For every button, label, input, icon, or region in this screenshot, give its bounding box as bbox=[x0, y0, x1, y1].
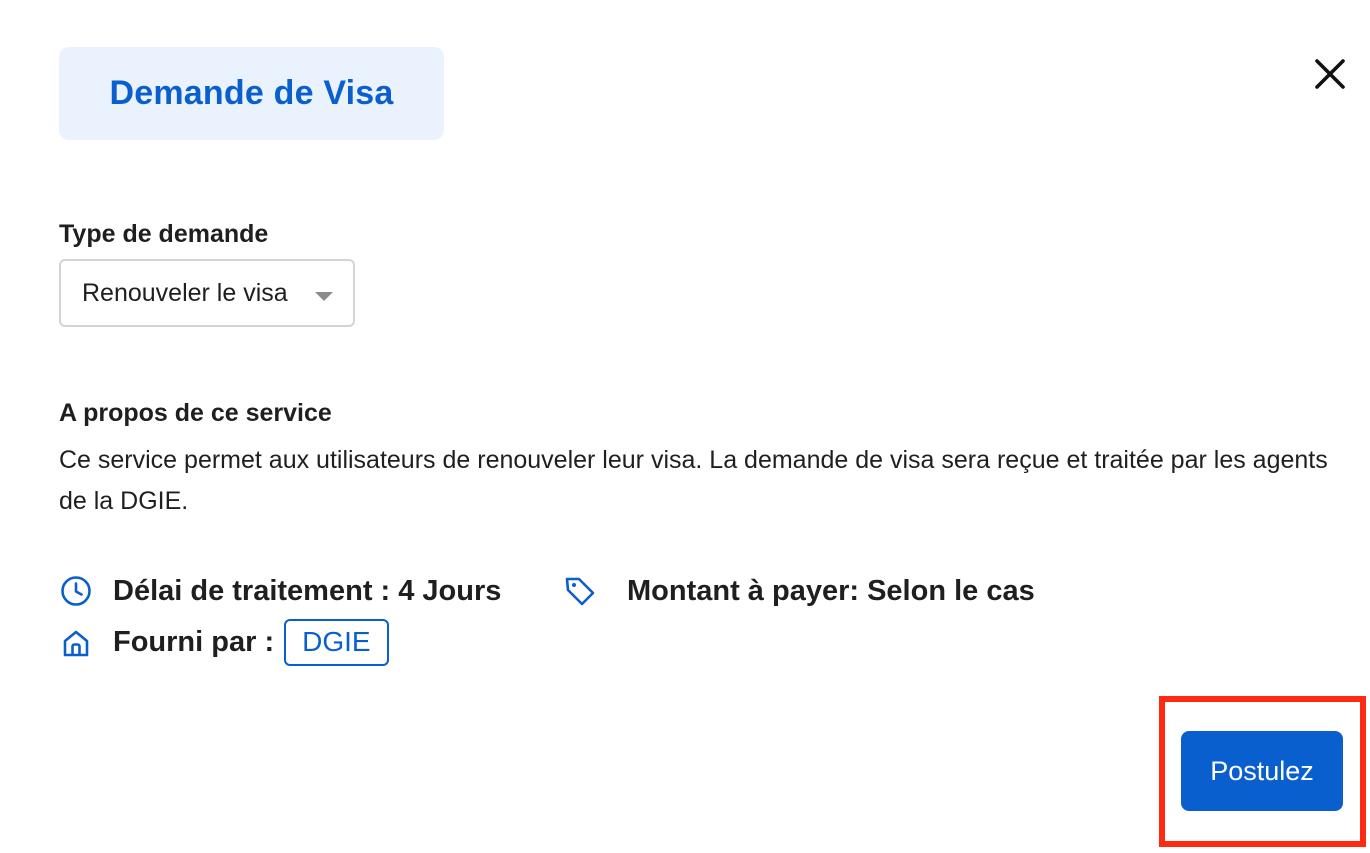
request-type-select[interactable]: Renouveler le visa bbox=[59, 259, 355, 327]
amount-to-pay: Montant à payer: Selon le cas bbox=[627, 574, 1035, 607]
page-title: Demande de Visa bbox=[109, 74, 394, 112]
apply-button[interactable]: Postulez bbox=[1181, 731, 1343, 811]
request-type-label: Type de demande bbox=[59, 220, 269, 248]
processing-time: Délai de traitement : 4 Jours bbox=[113, 574, 502, 607]
close-button[interactable] bbox=[1308, 52, 1352, 96]
caret-down-icon bbox=[315, 292, 333, 301]
clock-icon bbox=[59, 574, 93, 608]
provider-row: Fourni par : DGIE bbox=[59, 619, 389, 666]
page-title-chip: Demande de Visa bbox=[59, 47, 444, 140]
processing-time-row: Délai de traitement : 4 Jours bbox=[59, 574, 501, 608]
request-type-value: Renouveler le visa bbox=[82, 278, 288, 307]
about-title: A propos de ce service bbox=[59, 399, 332, 427]
about-description: Ce service permet aux utilisateurs de re… bbox=[59, 446, 1328, 515]
tag-icon bbox=[563, 574, 597, 608]
provided-by-label: Fourni par : bbox=[113, 626, 275, 658]
home-icon bbox=[59, 626, 93, 660]
close-icon bbox=[1315, 59, 1345, 89]
provider-tag[interactable]: DGIE bbox=[284, 619, 389, 666]
amount-row: Montant à payer: Selon le cas bbox=[563, 574, 1035, 608]
